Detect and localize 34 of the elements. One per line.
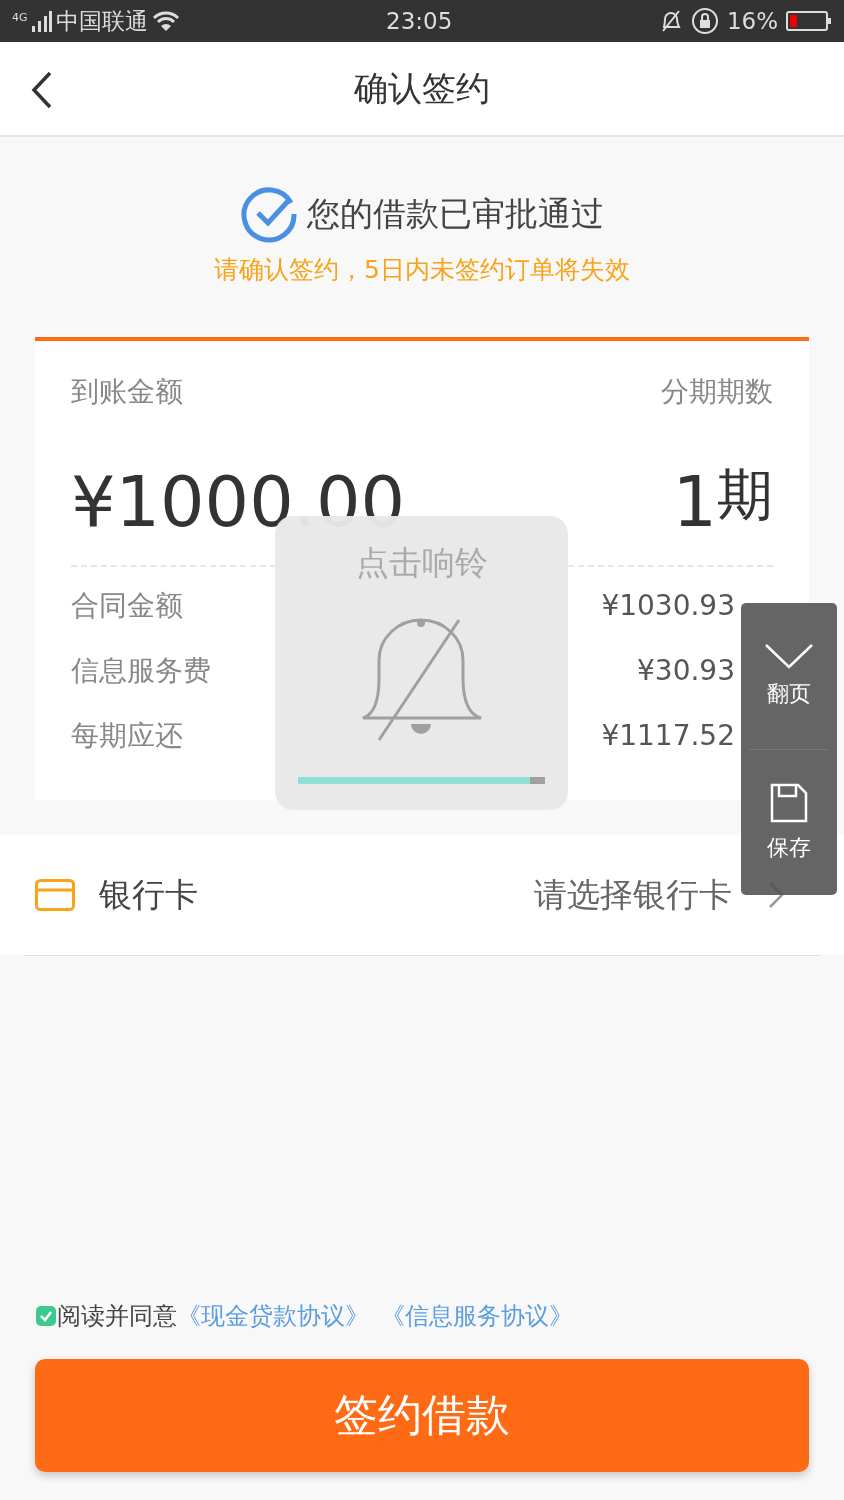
detail-value: ¥1030.93	[601, 587, 735, 624]
bank-card-label: 银行卡	[99, 873, 198, 916]
detail-value: ¥1117.52	[601, 717, 735, 754]
amount-label: 到账金额	[71, 373, 183, 410]
detail-label: 信息服务费	[71, 652, 211, 689]
card-icon	[35, 878, 75, 911]
battery-icon	[786, 10, 832, 32]
page-title: 确认签约	[354, 67, 490, 110]
chevron-down-icon	[764, 642, 814, 669]
signal-icon	[31, 10, 52, 32]
approval-title: 您的借款已审批通过	[306, 193, 604, 236]
wifi-icon	[151, 10, 180, 32]
agreement-text: 阅读并同意	[57, 1300, 177, 1332]
rotation-lock-icon	[690, 7, 719, 35]
bank-card-select[interactable]: 请选择银行卡	[534, 869, 732, 920]
carrier-name: 中国联通	[55, 6, 148, 36]
battery-percent: 16%	[726, 6, 778, 36]
period-unit: 期	[717, 460, 773, 529]
detail-label: 每期应还	[71, 717, 183, 754]
detail-label: 合同金额	[71, 587, 183, 624]
side-button[interactable]: 保存	[741, 750, 837, 896]
check-circle-icon	[240, 185, 299, 243]
clock-time: 23:05	[386, 7, 453, 34]
side-button[interactable]: 翻页	[741, 603, 837, 749]
network-label: 4G	[12, 9, 28, 26]
approval-notice: 请确认签约，5日内未签约订单将失效	[213, 254, 631, 286]
loan-amount: ¥1000.00	[71, 466, 405, 537]
detail-value: ¥30.93	[637, 652, 735, 689]
toast-title: 点击响铃	[355, 542, 488, 584]
period-count: 1	[672, 466, 717, 537]
periods-label: 分期期数	[661, 373, 773, 410]
agree-checkbox[interactable]	[35, 1304, 57, 1327]
save-icon	[770, 782, 808, 823]
back-icon[interactable]	[30, 70, 54, 110]
